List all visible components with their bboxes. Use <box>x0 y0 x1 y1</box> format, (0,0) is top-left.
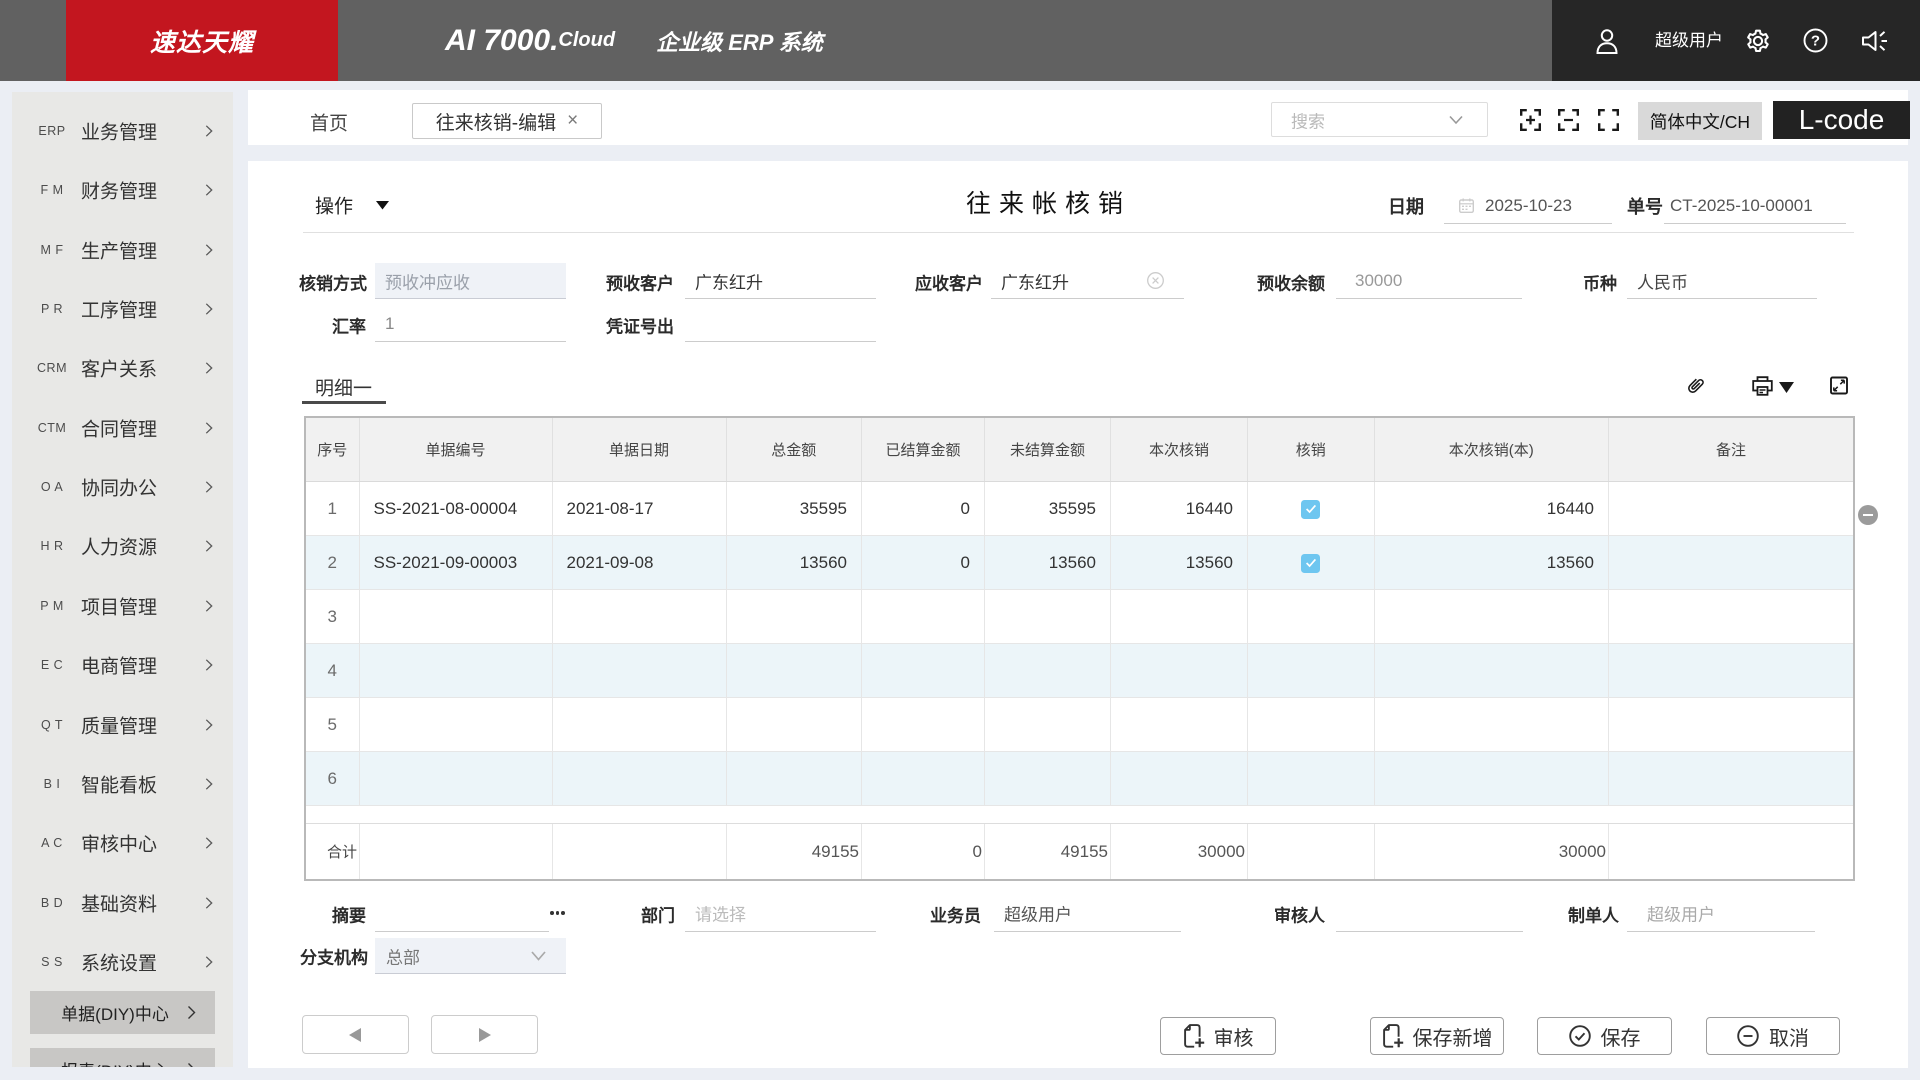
svg-text:?: ? <box>1811 33 1820 50</box>
